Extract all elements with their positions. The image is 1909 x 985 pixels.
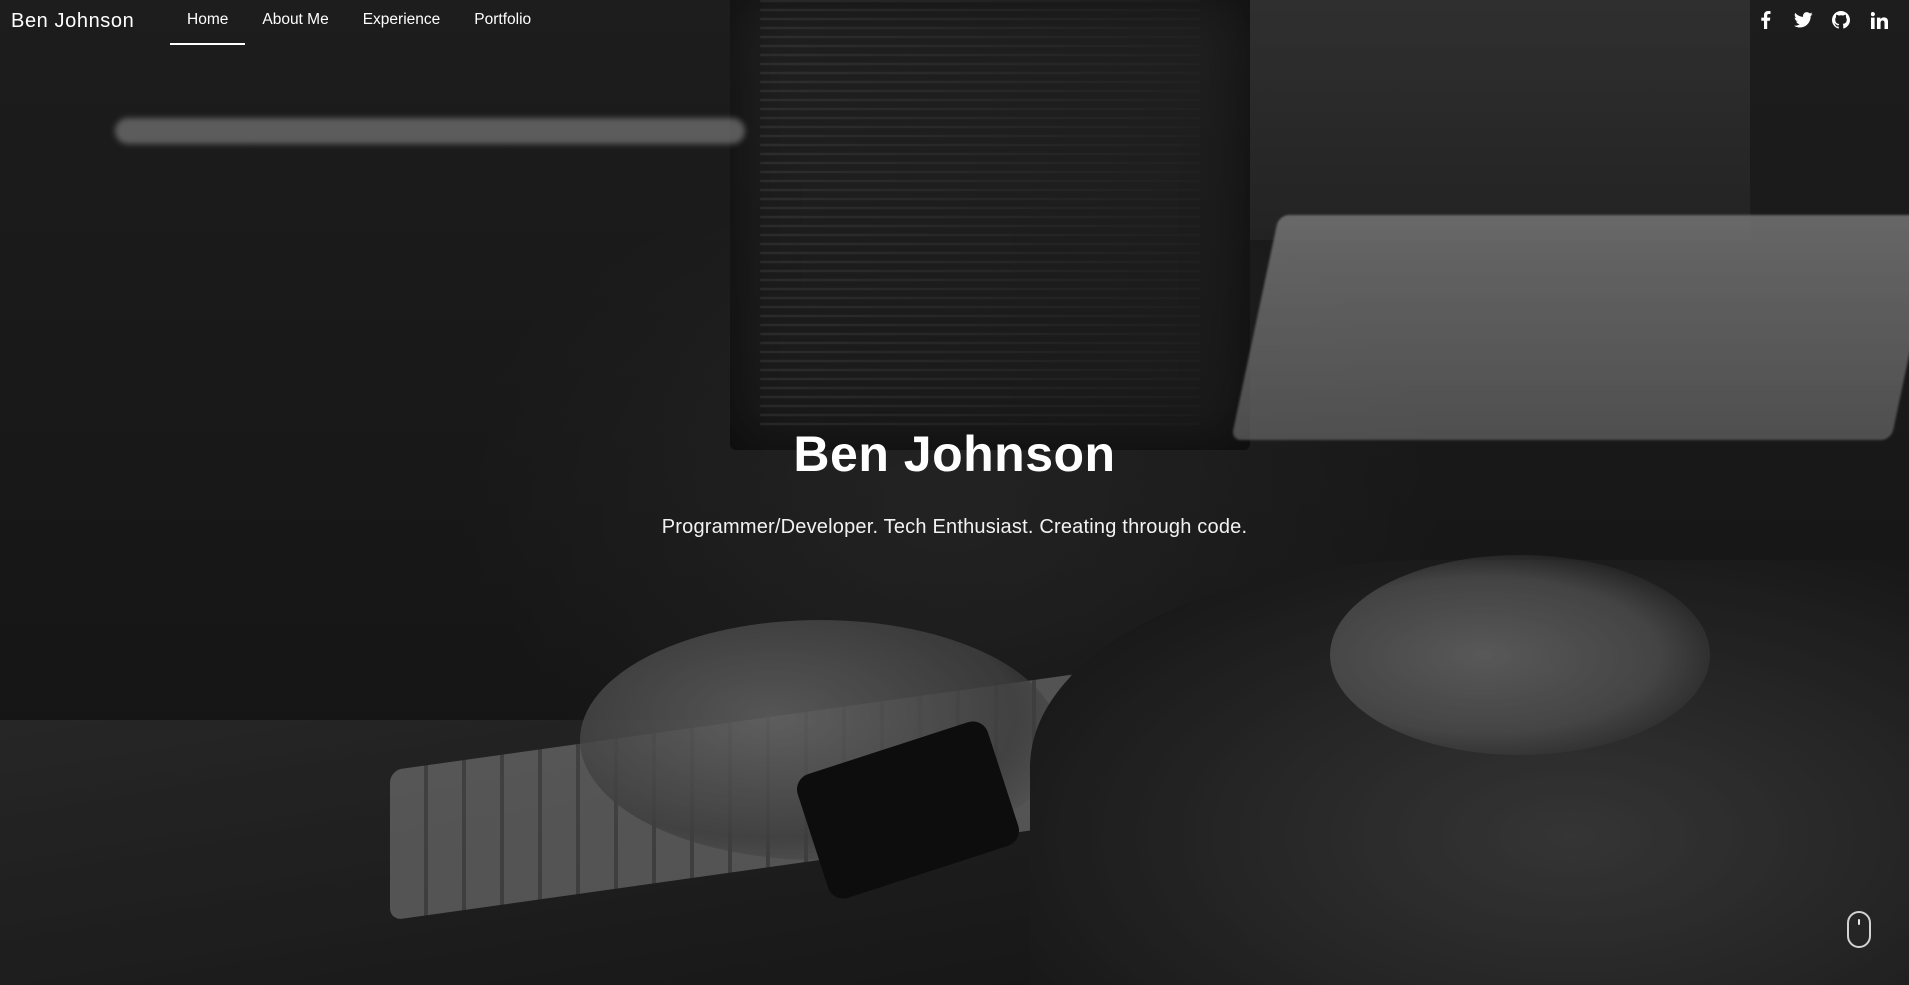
top-navbar: Ben Johnson Home About Me Experience Por… (0, 0, 1909, 45)
nav-item-experience[interactable]: Experience (346, 0, 458, 44)
nav-item-portfolio[interactable]: Portfolio (457, 0, 548, 44)
hero-title: Ben Johnson (793, 426, 1116, 482)
twitter-icon[interactable] (1793, 10, 1813, 30)
nav-item-about-me[interactable]: About Me (245, 0, 345, 44)
mouse-scroll-wheel (1858, 919, 1860, 925)
social-links (1755, 10, 1889, 30)
github-icon[interactable] (1831, 10, 1851, 30)
facebook-icon[interactable] (1755, 10, 1775, 30)
linkedin-icon[interactable] (1869, 10, 1889, 30)
nav-item-home[interactable]: Home (170, 0, 246, 45)
nav-links: Home About Me Experience Portfolio (170, 0, 548, 45)
mouse-scroll-icon[interactable] (1847, 911, 1871, 948)
hero-section: Ben Johnson Home About Me Experience Por… (0, 0, 1909, 985)
brand-logo-link[interactable]: Ben Johnson (11, 10, 134, 33)
background-overlay (0, 0, 1909, 985)
hero-subtitle: Programmer/Developer. Tech Enthusiast. C… (661, 516, 1248, 538)
